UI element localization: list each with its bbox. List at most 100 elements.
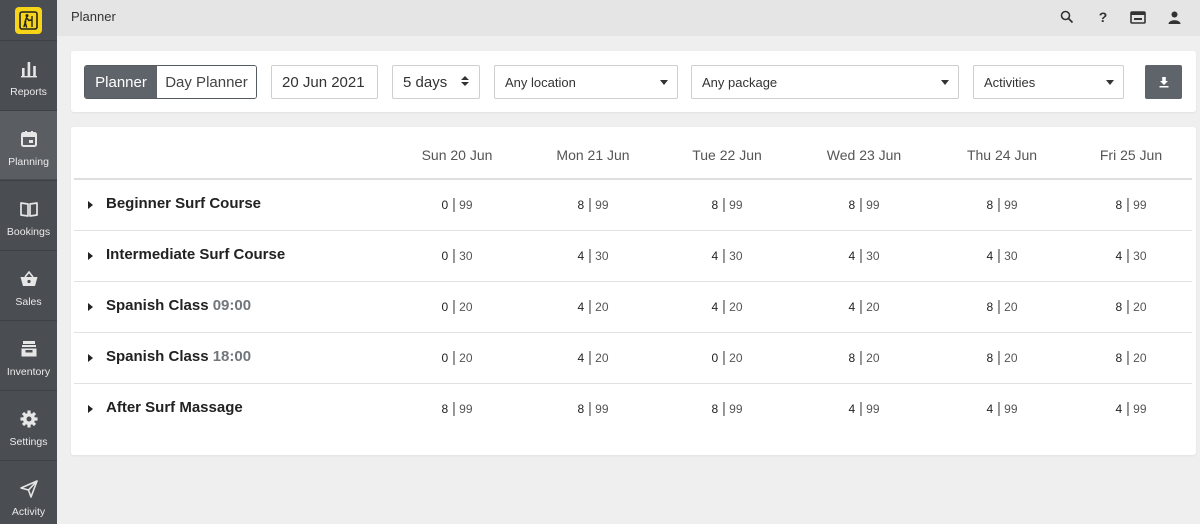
sidebar-item-reports[interactable]: Reports: [0, 40, 57, 109]
booked-count: 8: [577, 198, 585, 212]
activity-name: After Surf Massage: [106, 399, 243, 416]
booked-count: 4: [848, 300, 856, 314]
sidebar-item-planning[interactable]: Planning: [0, 110, 57, 179]
booked-count: 8: [711, 402, 719, 416]
availability-cell[interactable]: 4 99: [1115, 402, 1147, 416]
availability-cell[interactable]: 4 99: [848, 402, 880, 416]
sidebar-item-bookings[interactable]: Bookings: [0, 180, 57, 249]
package-select[interactable]: Any package: [691, 65, 959, 99]
availability-cell[interactable]: 8 20: [1115, 351, 1147, 365]
availability-cell[interactable]: 0 20: [441, 351, 473, 365]
table-row[interactable]: Intermediate Surf Course 0 30 4 30 4 30 4 30 4 30…: [74, 231, 1192, 282]
availability-cell[interactable]: 8 99: [711, 198, 743, 212]
availability-cell[interactable]: 4 30: [986, 249, 1018, 263]
cell-separator: [723, 198, 725, 212]
expand-caret-icon[interactable]: [88, 405, 93, 413]
expand-caret-icon[interactable]: [88, 354, 93, 362]
capacity-count: 20: [595, 300, 609, 314]
activity-time: 18:00: [212, 348, 252, 365]
table-row[interactable]: Spanish Class 09:00 0 20 4 20 4 20 4 20 8 20 8 20: [74, 282, 1192, 333]
app-logo[interactable]: [0, 0, 57, 40]
availability-cell[interactable]: 4 20: [711, 300, 743, 314]
cell-separator: [1127, 300, 1129, 314]
availability-cell[interactable]: 8 99: [577, 402, 609, 416]
cell-separator: [860, 300, 862, 314]
capacity-count: 99: [459, 198, 473, 212]
booked-count: 8: [986, 351, 994, 365]
date-picker[interactable]: 20 Jun 2021: [271, 65, 378, 99]
availability-cell[interactable]: 4 20: [577, 351, 609, 365]
cell-separator: [453, 300, 455, 314]
availability-cell[interactable]: 4 30: [1115, 249, 1147, 263]
cell-separator: [453, 198, 455, 212]
gear-icon: [20, 410, 37, 428]
availability-cell[interactable]: 8 99: [711, 402, 743, 416]
expand-caret-icon[interactable]: [88, 252, 93, 260]
activity-time: 09:00: [212, 297, 252, 314]
availability-cell[interactable]: 4 20: [577, 300, 609, 314]
date-value: 20 Jun 2021: [282, 73, 365, 91]
user-icon[interactable]: [1165, 8, 1183, 26]
download-button[interactable]: [1145, 65, 1182, 99]
availability-cell[interactable]: 8 99: [577, 198, 609, 212]
availability-cell[interactable]: 8 99: [441, 402, 473, 416]
table-row[interactable]: Beginner Surf Course 0 99 8 99 8 99 8 99 8 99 8 99: [74, 180, 1192, 231]
availability-cell[interactable]: 0 20: [711, 351, 743, 365]
availability-cell[interactable]: 8 20: [848, 351, 880, 365]
help-icon[interactable]: ?: [1094, 8, 1112, 26]
chevron-down-icon: [1106, 80, 1114, 85]
capacity-count: 99: [866, 402, 880, 416]
availability-cell[interactable]: 8 99: [986, 198, 1018, 212]
day-planner-view-button[interactable]: Day Planner: [157, 66, 256, 98]
availability-cell[interactable]: 4 99: [986, 402, 1018, 416]
type-select[interactable]: Activities: [973, 65, 1124, 99]
availability-cell[interactable]: 0 30: [441, 249, 473, 263]
ticket-icon[interactable]: [1129, 8, 1147, 26]
availability-cell[interactable]: 4 20: [848, 300, 880, 314]
availability-cell[interactable]: 4 30: [848, 249, 880, 263]
basket-icon: [20, 270, 37, 286]
sidebar-item-activity[interactable]: Activity: [0, 460, 57, 524]
sidebar-item-settings[interactable]: Settings: [0, 390, 57, 459]
booked-count: 8: [577, 402, 585, 416]
table-row[interactable]: Spanish Class 18:00 0 20 4 20 0 20 8 20 8 20 8 20: [74, 333, 1192, 384]
availability-cell[interactable]: 8 99: [1115, 198, 1147, 212]
availability-cell[interactable]: 0 20: [441, 300, 473, 314]
booked-count: 0: [441, 249, 449, 263]
sidebar-item-inventory[interactable]: Inventory: [0, 320, 57, 389]
booked-count: 8: [986, 198, 994, 212]
capacity-count: 20: [866, 351, 880, 365]
cell-separator: [723, 351, 725, 365]
booked-count: 4: [986, 402, 994, 416]
search-icon[interactable]: [1058, 8, 1076, 26]
cell-separator: [998, 249, 1000, 263]
capacity-count: 99: [1004, 402, 1018, 416]
booked-count: 8: [1115, 351, 1123, 365]
availability-cell[interactable]: 8 20: [1115, 300, 1147, 314]
range-select[interactable]: 5 days: [392, 65, 480, 99]
sidebar-item-sales[interactable]: Sales: [0, 250, 57, 319]
activity-name: Spanish Class 18:00: [106, 348, 252, 365]
capacity-count: 99: [1004, 198, 1018, 212]
availability-cell[interactable]: 4 30: [711, 249, 743, 263]
availability-cell[interactable]: 8 20: [986, 300, 1018, 314]
expand-caret-icon[interactable]: [88, 303, 93, 311]
capacity-count: 20: [1004, 300, 1018, 314]
capacity-count: 30: [729, 249, 743, 263]
availability-cell[interactable]: 0 99: [441, 198, 473, 212]
planner-view-button[interactable]: Planner: [85, 66, 157, 98]
day-header: Wed 23 Jun: [826, 147, 902, 163]
day-header: Mon 21 Jun: [556, 147, 630, 163]
table-row[interactable]: After Surf Massage 8 99 8 99 8 99 4 99 4 99 4 99: [74, 384, 1192, 435]
cell-separator: [860, 351, 862, 365]
availability-cell[interactable]: 4 30: [577, 249, 609, 263]
availability-cell[interactable]: 8 99: [848, 198, 880, 212]
cell-separator: [998, 300, 1000, 314]
location-select[interactable]: Any location: [494, 65, 678, 99]
expand-caret-icon[interactable]: [88, 201, 93, 209]
paper-plane-icon: [19, 480, 38, 498]
booked-count: 8: [441, 402, 449, 416]
availability-cell[interactable]: 8 20: [986, 351, 1018, 365]
cell-separator: [589, 198, 591, 212]
cell-separator: [723, 402, 725, 416]
